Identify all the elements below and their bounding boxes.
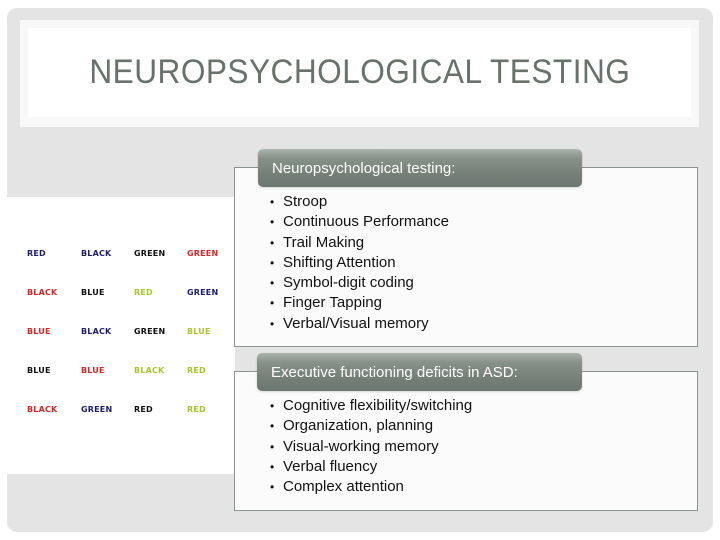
list-item: Shifting Attention bbox=[270, 253, 449, 274]
testing-section-header: Neuropsychological testing: bbox=[258, 149, 582, 187]
stroop-word: RED bbox=[134, 288, 153, 297]
stroop-word: BLACK bbox=[27, 405, 58, 414]
slide-title: NEUROPSYCHOLOGICAL TESTING bbox=[89, 53, 630, 91]
list-item: Verbal/Visual memory bbox=[270, 314, 449, 335]
list-item: Continuous Performance bbox=[270, 212, 449, 233]
testing-section-title: Neuropsychological testing: bbox=[272, 159, 456, 177]
testing-list: Stroop Continuous Performance Trail Maki… bbox=[270, 192, 449, 334]
deficits-section-title: Executive functioning deficits in ASD: bbox=[271, 363, 518, 381]
deficits-list: Cognitive flexibility/switching Organiza… bbox=[270, 396, 472, 498]
stroop-word: RED bbox=[187, 405, 206, 414]
list-item: Organization, planning bbox=[270, 416, 472, 437]
list-item: Finger Tapping bbox=[270, 293, 449, 314]
stroop-word: GREEN bbox=[134, 249, 166, 258]
stroop-word: BLUE bbox=[27, 327, 51, 336]
stroop-word: RED bbox=[27, 249, 46, 258]
stroop-word: RED bbox=[187, 366, 206, 375]
stroop-word: BLUE bbox=[81, 288, 105, 297]
list-item: Stroop bbox=[270, 192, 449, 213]
list-item: Verbal fluency bbox=[270, 457, 472, 478]
stroop-word: BLACK bbox=[27, 288, 58, 297]
stroop-test-image: RED BLACK GREEN GREEN BLACK BLUE RED GREEN BLUE B… bbox=[7, 197, 235, 474]
stroop-word: BLUE bbox=[27, 366, 51, 375]
title-area: NEUROPSYCHOLOGICAL TESTING bbox=[28, 28, 691, 117]
stroop-word: GREEN bbox=[134, 327, 166, 336]
stroop-word: BLUE bbox=[187, 327, 211, 336]
stroop-word: GREEN bbox=[187, 288, 219, 297]
list-item: Trail Making bbox=[270, 233, 449, 254]
stroop-word: BLACK bbox=[81, 327, 112, 336]
deficits-section-header: Executive functioning deficits in ASD: bbox=[257, 353, 582, 391]
list-item: Cognitive flexibility/switching bbox=[270, 396, 472, 417]
stroop-word: RED bbox=[134, 405, 153, 414]
list-item: Complex attention bbox=[270, 477, 472, 498]
stroop-word: GREEN bbox=[187, 249, 219, 258]
stroop-word: BLACK bbox=[81, 249, 112, 258]
list-item: Symbol-digit coding bbox=[270, 273, 449, 294]
stroop-word: BLUE bbox=[81, 366, 105, 375]
list-item: Visual-working memory bbox=[270, 437, 472, 458]
stroop-word: GREEN bbox=[81, 405, 113, 414]
stroop-word: BLACK bbox=[134, 366, 165, 375]
